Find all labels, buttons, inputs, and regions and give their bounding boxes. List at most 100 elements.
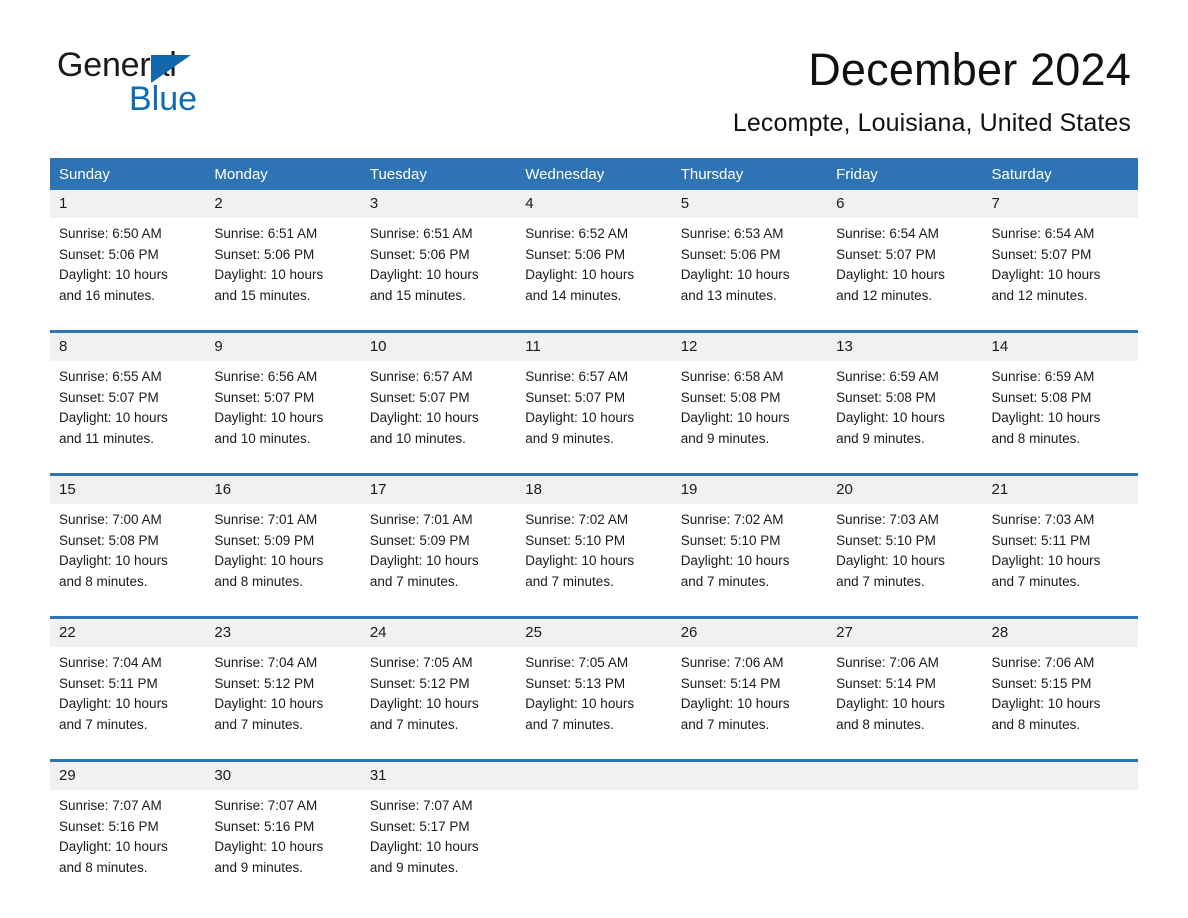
daylight-text: Daylight: 10 hours: [369, 267, 479, 283]
day-cell-empty: [827, 790, 983, 902]
daylight-text: Daylight: 10 hours: [991, 267, 1101, 283]
weekday-header-friday: Friday: [827, 158, 983, 190]
daylight-text: Daylight: 10 hours: [991, 410, 1101, 426]
day-cell-empty: [982, 790, 1138, 902]
day-number: 22: [50, 616, 206, 647]
day-number: 18: [516, 473, 672, 504]
daylight-text-cont: and 14 minutes.: [525, 287, 622, 303]
daylight-text: Daylight: 10 hours: [680, 696, 790, 712]
sunset-text: Sunset: 5:08 PM: [991, 389, 1092, 405]
sunset-text: Sunset: 5:07 PM: [525, 389, 626, 405]
day-cell-empty: [516, 790, 672, 902]
day-cell: Sunrise: 7:07 AM Sunset: 5:17 PM Dayligh…: [360, 790, 517, 902]
sunrise-text: Sunrise: 6:59 AM: [836, 369, 939, 384]
sunset-text: Sunset: 5:06 PM: [59, 246, 159, 262]
day-cell: Sunrise: 6:59 AM Sunset: 5:08 PM Dayligh…: [982, 361, 1138, 475]
day-number: 28: [982, 616, 1138, 647]
sunset-text: Sunset: 5:17 PM: [369, 818, 470, 834]
daylight-text: Daylight: 10 hours: [59, 267, 168, 283]
weekday-header-tuesday: Tuesday: [360, 158, 517, 190]
weekday-header-wednesday: Wednesday: [516, 158, 672, 190]
weekday-header-thursday: Thursday: [671, 158, 828, 190]
sunset-text: Sunset: 5:06 PM: [525, 246, 626, 262]
daylight-text-cont: and 8 minutes.: [836, 716, 925, 732]
sunset-text: Sunset: 5:09 PM: [369, 532, 470, 548]
daylight-text-cont: and 7 minutes.: [836, 573, 925, 589]
day-cell: Sunrise: 6:52 AM Sunset: 5:06 PM Dayligh…: [516, 218, 672, 332]
day-number: 24: [360, 616, 517, 647]
daylight-text-cont: and 8 minutes.: [214, 573, 303, 589]
sunset-text: Sunset: 5:13 PM: [525, 675, 626, 691]
daylight-text-cont: and 9 minutes.: [525, 430, 614, 446]
day-cell: Sunrise: 6:54 AM Sunset: 5:07 PM Dayligh…: [982, 218, 1138, 332]
sunrise-text: Sunrise: 6:58 AM: [680, 369, 784, 384]
daylight-text: Daylight: 10 hours: [991, 553, 1101, 569]
sunrise-text: Sunrise: 7:03 AM: [836, 512, 939, 527]
day-number: 7: [982, 190, 1138, 218]
day-number-empty: [827, 759, 983, 790]
daylight-text: Daylight: 10 hours: [369, 553, 479, 569]
daylight-text: Daylight: 10 hours: [59, 839, 168, 855]
sunset-text: Sunset: 5:08 PM: [836, 389, 936, 405]
daylight-text: Daylight: 10 hours: [836, 696, 945, 712]
logo-triangle-icon: [151, 55, 191, 83]
sunset-text: Sunset: 5:15 PM: [991, 675, 1092, 691]
daylight-text: Daylight: 10 hours: [369, 839, 479, 855]
daylight-text-cont: and 7 minutes.: [525, 573, 614, 589]
daylight-text: Daylight: 10 hours: [214, 696, 324, 712]
week-info-row: Sunrise: 7:07 AM Sunset: 5:16 PM Dayligh…: [50, 790, 1138, 902]
day-number: 19: [671, 473, 828, 504]
day-number: 30: [205, 759, 361, 790]
day-cell: Sunrise: 7:02 AM Sunset: 5:10 PM Dayligh…: [671, 504, 828, 618]
daylight-text-cont: and 12 minutes.: [991, 287, 1088, 303]
daylight-text-cont: and 7 minutes.: [214, 716, 303, 732]
sunset-text: Sunset: 5:14 PM: [836, 675, 936, 691]
daylight-text: Daylight: 10 hours: [525, 267, 635, 283]
daylight-text-cont: and 11 minutes.: [59, 430, 155, 446]
sunrise-text: Sunrise: 6:54 AM: [991, 226, 1095, 241]
sunset-text: Sunset: 5:08 PM: [59, 532, 159, 548]
daylight-text: Daylight: 10 hours: [525, 553, 635, 569]
week-daynum-row: 22 23 24 25 26 27 28: [50, 616, 1138, 647]
day-number: 13: [827, 330, 983, 361]
sunrise-text: Sunrise: 7:03 AM: [991, 512, 1095, 527]
daylight-text-cont: and 15 minutes.: [214, 287, 311, 303]
day-cell: Sunrise: 7:07 AM Sunset: 5:16 PM Dayligh…: [205, 790, 361, 902]
daylight-text-cont: and 8 minutes.: [991, 716, 1081, 732]
sunrise-text: Sunrise: 7:04 AM: [214, 655, 318, 670]
sunrise-text: Sunrise: 6:55 AM: [59, 369, 162, 384]
day-cell: Sunrise: 6:51 AM Sunset: 5:06 PM Dayligh…: [360, 218, 517, 332]
day-cell: Sunrise: 7:03 AM Sunset: 5:11 PM Dayligh…: [982, 504, 1138, 618]
day-cell: Sunrise: 7:06 AM Sunset: 5:14 PM Dayligh…: [827, 647, 983, 761]
daylight-text-cont: and 8 minutes.: [991, 430, 1081, 446]
day-number: 16: [205, 473, 361, 504]
week-daynum-row: 29 30 31: [50, 759, 1138, 790]
sunrise-text: Sunrise: 7:06 AM: [991, 655, 1095, 670]
day-number: 2: [205, 190, 361, 218]
day-cell: Sunrise: 7:05 AM Sunset: 5:13 PM Dayligh…: [516, 647, 672, 761]
daylight-text-cont: and 9 minutes.: [680, 430, 770, 446]
week-daynum-row: 15 16 17 18 19 20 21: [50, 473, 1138, 504]
sunrise-text: Sunrise: 7:02 AM: [680, 512, 784, 527]
daylight-text: Daylight: 10 hours: [680, 267, 790, 283]
daylight-text: Daylight: 10 hours: [525, 410, 635, 426]
day-number: 23: [205, 616, 361, 647]
day-cell: Sunrise: 6:56 AM Sunset: 5:07 PM Dayligh…: [205, 361, 361, 475]
day-cell: Sunrise: 6:57 AM Sunset: 5:07 PM Dayligh…: [360, 361, 517, 475]
day-cell: Sunrise: 7:06 AM Sunset: 5:15 PM Dayligh…: [982, 647, 1138, 761]
weekday-header-saturday: Saturday: [982, 158, 1138, 190]
calendar-body: 1 2 3 4 5 6 7 Sunrise: 6:50 AM Sunset: 5…: [50, 190, 1138, 902]
week-daynum-row: 1 2 3 4 5 6 7: [50, 190, 1138, 218]
daylight-text-cont: and 7 minutes.: [680, 573, 770, 589]
sunrise-text: Sunrise: 7:07 AM: [369, 798, 473, 813]
week-info-row: Sunrise: 7:04 AM Sunset: 5:11 PM Dayligh…: [50, 647, 1138, 761]
sunset-text: Sunset: 5:07 PM: [59, 389, 159, 405]
sunrise-text: Sunrise: 6:59 AM: [991, 369, 1095, 384]
sunset-text: Sunset: 5:10 PM: [680, 532, 781, 548]
daylight-text: Daylight: 10 hours: [369, 696, 479, 712]
sunrise-text: Sunrise: 6:57 AM: [369, 369, 473, 384]
sunrise-text: Sunrise: 7:02 AM: [525, 512, 629, 527]
sunset-text: Sunset: 5:11 PM: [991, 532, 1091, 548]
day-number: 15: [50, 473, 206, 504]
day-cell: Sunrise: 6:59 AM Sunset: 5:08 PM Dayligh…: [827, 361, 983, 475]
